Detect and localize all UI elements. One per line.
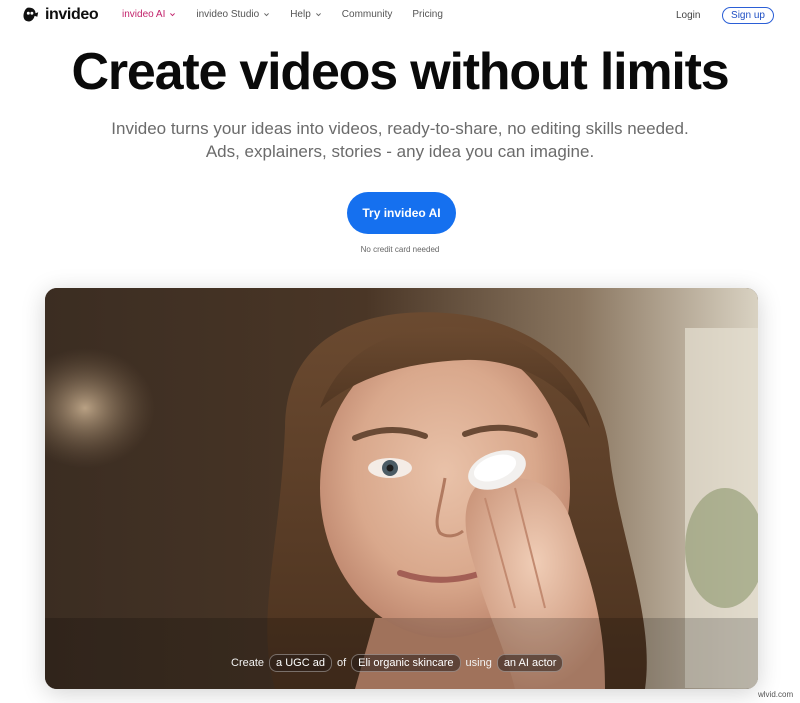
invideo-logo[interactable]: invideo bbox=[22, 6, 99, 24]
hero-subtitle: Invideo turns your ideas into videos, re… bbox=[111, 119, 689, 161]
prompt-chip-actor: an AI actor bbox=[496, 654, 564, 672]
cta-note: No credit card needed bbox=[360, 245, 440, 254]
prompt-word: Create bbox=[231, 657, 265, 669]
video-frame-image bbox=[45, 288, 758, 689]
nav-item-label: invideo AI bbox=[122, 9, 166, 20]
invideo-logo-icon bbox=[23, 7, 39, 22]
nav-item-help[interactable]: Help bbox=[290, 9, 322, 20]
top-navigation: invideo invideo AI invideo Studio Help C… bbox=[0, 0, 800, 31]
logo-text: invideo bbox=[45, 6, 99, 23]
chevron-down-icon bbox=[315, 13, 321, 17]
video-prompt-bar: Create a UGC ad of Eli organic skincare … bbox=[231, 654, 564, 672]
nav-item-label: invideo Studio bbox=[196, 9, 260, 20]
nav-item-invideo-ai[interactable]: invideo AI bbox=[122, 9, 176, 20]
chevron-down-icon bbox=[264, 13, 270, 17]
signup-button[interactable]: Sign up bbox=[722, 7, 774, 24]
prompt-word: using bbox=[465, 657, 492, 669]
nav-item-pricing[interactable]: Pricing bbox=[412, 9, 443, 20]
login-link[interactable]: Login bbox=[676, 10, 700, 21]
nav-links: invideo AI invideo Studio Help Community… bbox=[122, 9, 463, 20]
prompt-chip-brand: Eli organic skincare bbox=[351, 654, 461, 672]
try-invideo-ai-button[interactable]: Try invideo AI bbox=[347, 192, 456, 234]
hero-title: Create videos without limits bbox=[71, 43, 730, 101]
prompt-chip-ad-type: a UGC ad bbox=[269, 654, 332, 672]
watermark: wlvid.com bbox=[758, 690, 794, 699]
nav-item-invideo-studio[interactable]: invideo Studio bbox=[196, 9, 270, 20]
nav-item-label: Community bbox=[341, 9, 393, 20]
chevron-down-icon bbox=[170, 13, 176, 17]
prompt-word: of bbox=[336, 657, 347, 669]
nav-item-label: Help bbox=[290, 9, 311, 20]
nav-item-community[interactable]: Community bbox=[342, 9, 393, 20]
nav-item-label: Pricing bbox=[412, 9, 443, 20]
hero-video[interactable]: Create a UGC ad of Eli organic skincare … bbox=[45, 288, 758, 689]
